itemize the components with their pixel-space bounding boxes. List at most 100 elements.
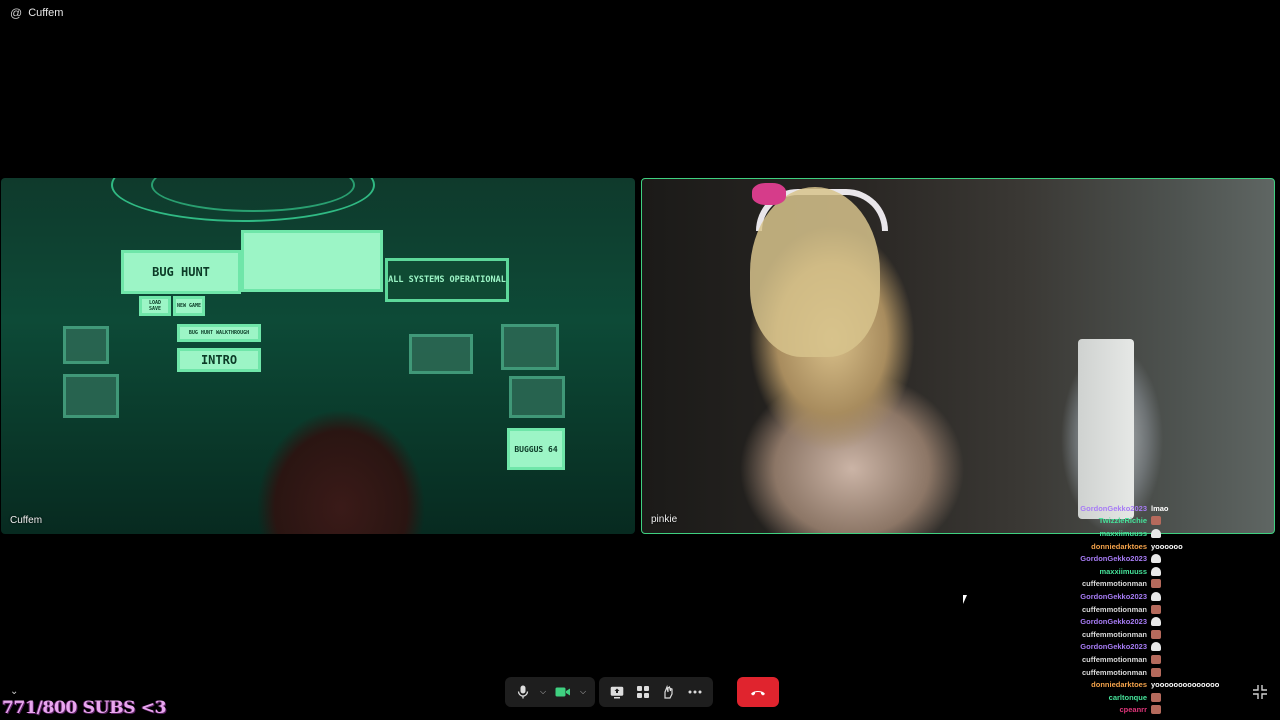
- chat-username: GordonGekko2023: [1080, 503, 1147, 513]
- ghost-emote-icon: [1151, 617, 1161, 627]
- face-emote-icon: [1151, 692, 1161, 702]
- screen-bug-hunt: BUG HUNT: [121, 250, 241, 294]
- action-controls: [599, 677, 713, 707]
- screen-walkthrough: BUG HUNT WALKTHROUGH: [177, 324, 261, 342]
- chat-username: TwizzleRichie: [1098, 516, 1147, 526]
- screen-small: [409, 334, 473, 374]
- chat-message-body: [1151, 516, 1161, 526]
- face-emote-icon: [1151, 667, 1161, 677]
- chat-message-body: yoooooo: [1151, 542, 1183, 551]
- chat-message-text: yoooooo: [1151, 541, 1183, 551]
- subs-goal-overlay: 771/800 SUBS <3: [2, 698, 167, 718]
- chevron-down-icon[interactable]: ⌵: [576, 679, 590, 705]
- chat-message: cpeanrr: [1070, 704, 1280, 717]
- chat-username: carltonque: [1108, 692, 1147, 702]
- chat-message: GordonGekko2023 lmao: [1070, 502, 1280, 515]
- chevron-down-icon[interactable]: ⌵: [536, 679, 550, 705]
- chat-message-body: [1151, 554, 1161, 564]
- exit-fullscreen-icon[interactable]: [1252, 684, 1268, 700]
- chat-message: TwizzleRichie: [1070, 515, 1280, 528]
- chat-message-body: [1151, 629, 1161, 639]
- hair-bow: [752, 183, 786, 205]
- ghost-emote-icon: [1151, 554, 1161, 564]
- chat-message-text: lmao: [1151, 503, 1169, 513]
- participant-figure: [750, 187, 880, 357]
- chat-username: cpeanrr: [1119, 705, 1147, 715]
- chat-username: GordonGekko2023: [1080, 642, 1147, 652]
- chat-message-body: [1151, 591, 1161, 601]
- chat-message: cuffemmotionman: [1070, 666, 1280, 679]
- chat-message: donniedarktoes yoooooo: [1070, 540, 1280, 553]
- chat-username: donniedarktoes: [1091, 541, 1147, 551]
- chat-username: GordonGekko2023: [1080, 617, 1147, 627]
- mouse-cursor: [963, 595, 967, 604]
- chat-username: cuffemmotionman: [1081, 579, 1147, 589]
- media-controls: ⌵ ⌵: [505, 677, 595, 707]
- chat-message: cuffemmotionman: [1070, 628, 1280, 641]
- ghost-emote-icon: [1151, 642, 1161, 652]
- chat-message: GordonGekko2023: [1070, 641, 1280, 654]
- window-header: @ Cuffem: [10, 6, 63, 20]
- face-emote-icon: [1151, 629, 1161, 639]
- chat-message-body: [1151, 528, 1161, 538]
- video-tile-cuffem[interactable]: BUG HUNT ALL SYSTEMS OPERATIONAL LOAD SA…: [1, 178, 635, 534]
- screen-small: [63, 326, 109, 364]
- apps-icon[interactable]: [630, 679, 656, 705]
- video-tile-pinkie[interactable]: pinkie: [641, 178, 1275, 534]
- chat-message: donniedarktoes yoooooooooooooo: [1070, 678, 1280, 691]
- participant-name: Cuffem: [10, 515, 43, 526]
- screen-load-save: LOAD SAVE: [139, 296, 171, 316]
- participant-name: pinkie: [651, 514, 678, 525]
- at-icon: @: [10, 6, 23, 20]
- screen-buggus: BUGGUS 64: [507, 428, 565, 470]
- chat-message-body: [1151, 566, 1161, 576]
- chat-message-body: [1151, 604, 1161, 614]
- screen-center: [241, 230, 383, 292]
- chat-username: cuffemmotionman: [1081, 604, 1147, 614]
- screen-small: [501, 324, 559, 370]
- face-emote-icon: [1151, 705, 1161, 715]
- chat-message: cuffemmotionman: [1070, 653, 1280, 666]
- chat-message: cuffemmotionman: [1070, 603, 1280, 616]
- share-screen-icon[interactable]: [604, 679, 630, 705]
- chat-username: maxxiimuuss: [1099, 528, 1147, 538]
- tower-fan: [1078, 339, 1134, 519]
- chat-message-body: [1151, 654, 1161, 664]
- face-emote-icon: [1151, 604, 1161, 614]
- chat-message-body: [1151, 705, 1161, 715]
- chat-message-body: [1151, 642, 1161, 652]
- chat-message: maxxiimuuss: [1070, 565, 1280, 578]
- face-emote-icon: [1151, 654, 1161, 664]
- ghost-emote-icon: [1151, 566, 1161, 576]
- screen-small: [63, 374, 119, 418]
- screen-small: [509, 376, 565, 418]
- hang-up-button[interactable]: [737, 677, 779, 707]
- microphone-icon[interactable]: [510, 679, 536, 705]
- collapse-chevron-icon[interactable]: ⌄: [10, 686, 18, 697]
- face-emote-icon: [1151, 516, 1161, 526]
- chat-message-body: [1151, 579, 1161, 589]
- chat-message: GordonGekko2023: [1070, 552, 1280, 565]
- chat-message: carltonque: [1070, 691, 1280, 704]
- screen-intro: INTRO: [177, 348, 261, 372]
- chat-username: donniedarktoes: [1091, 680, 1147, 690]
- ghost-emote-icon: [1151, 591, 1161, 601]
- chat-message-body: lmao: [1151, 504, 1169, 513]
- window-title: Cuffem: [28, 7, 64, 19]
- screen-systems: ALL SYSTEMS OPERATIONAL: [385, 258, 509, 302]
- chat-message-body: [1151, 617, 1161, 627]
- more-icon[interactable]: [682, 679, 708, 705]
- chat-message-body: yoooooooooooooo: [1151, 680, 1219, 689]
- camera-icon[interactable]: [550, 679, 576, 705]
- chat-username: GordonGekko2023: [1080, 554, 1147, 564]
- chat-username: maxxiimuuss: [1099, 566, 1147, 576]
- chat-username: cuffemmotionman: [1081, 629, 1147, 639]
- chat-message: maxxiimuuss: [1070, 527, 1280, 540]
- chat-message: GordonGekko2023: [1070, 615, 1280, 628]
- ghost-emote-icon: [1151, 528, 1161, 538]
- chat-username: GordonGekko2023: [1080, 591, 1147, 601]
- reactions-icon[interactable]: [656, 679, 682, 705]
- hang-up-icon: [751, 691, 765, 696]
- chat-message: cuffemmotionman: [1070, 578, 1280, 591]
- call-toolbar: ⌵ ⌵: [505, 677, 779, 707]
